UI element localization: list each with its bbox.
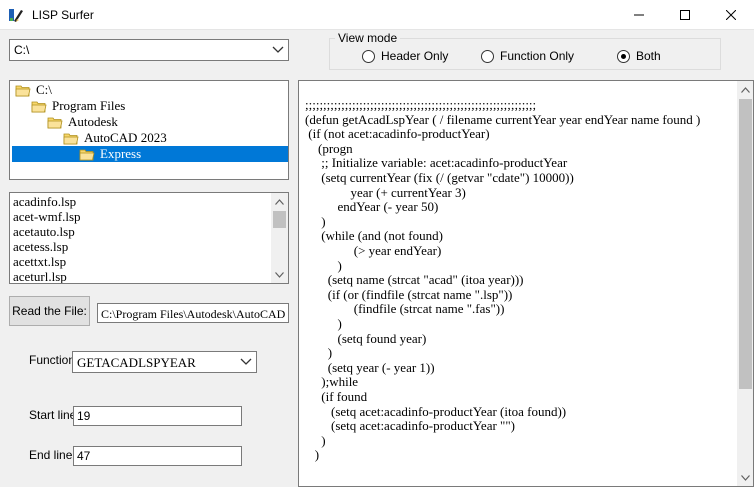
tree-item-label: Autodesk [68,114,118,129]
code-line: (setq currentYear (fix (/ (getvar "cdate… [305,170,574,185]
list-item[interactable]: acadinfo.lsp [13,194,76,209]
folder-open-icon [63,133,79,144]
code-line: (setq name (strcat "acad" (itoa year))) [305,272,524,288]
scroll-down-arrow[interactable] [737,469,753,486]
tree-item-label: Express [100,146,142,161]
code-line: (if (not acet:acadinfo-productYear) [305,126,490,142]
radio-header-only-label: Header Only [381,49,449,63]
tree-item-autodesk[interactable]: Autodesk [47,114,120,130]
scroll-down-arrow[interactable] [271,266,288,283]
code-line: (if found [305,389,368,404]
code-line: ) [305,257,342,273]
code-line: ) [305,447,320,463]
function-label: Function: [29,353,79,367]
tree-item-autocad-2023[interactable]: AutoCAD 2023 [63,130,169,146]
chevron-down-icon [275,271,284,278]
drive-combo-value: C:\ [14,43,30,57]
tree-item-label: Program Files [52,98,126,113]
scroll-thumb[interactable] [739,99,752,389]
code-line: ;; Initialize variable: acet:acadinfo-pr… [305,155,568,171]
scroll-up-arrow[interactable] [737,81,753,98]
code-line: );while [305,374,359,390]
radio-both[interactable]: Both [617,49,661,63]
radio-function-only-label: Function Only [500,49,575,63]
close-icon [726,10,736,20]
code-line: (setq acet:acadinfo-productYear (itoa fo… [305,403,567,419]
tree-item-program-files[interactable]: Program Files [31,98,127,114]
start-line-field[interactable]: 19 [73,406,242,426]
code-line: (progn [305,140,353,156]
code-line: (setq year (- year 1)) [305,359,435,375]
chevron-down-icon [272,46,284,53]
list-item[interactable]: acettxt.lsp [13,254,66,269]
chevron-down-icon [240,358,252,365]
function-combo[interactable]: GETACADLSPYEAR [72,351,257,373]
code-line: ) [305,432,326,448]
close-button[interactable] [708,0,754,30]
list-item[interactable]: acet-wmf.lsp [13,209,81,224]
scroll-up-arrow[interactable] [271,193,288,210]
radio-function-only-circle[interactable] [481,49,494,63]
code-line: year (+ currentYear 3) [305,184,466,200]
file-path-field[interactable]: C:\Program Files\Autodesk\AutoCAD 20 [97,303,289,323]
folder-tree[interactable]: C:\ Program Files Autodesk AutoCAD 2023 … [9,80,289,180]
chevron-up-icon [275,198,284,205]
code-line: (findfile (strcat name ".fas")) [305,301,505,317]
code-line: (setq found year) [305,330,427,346]
code-line: (defun getAcadLspYear ( / filename curre… [305,111,701,127]
drive-combo[interactable]: C:\ [9,39,289,61]
code-line: ) [305,316,342,331]
radio-both-label: Both [636,49,661,63]
maximize-button[interactable] [662,0,708,30]
tree-item-express[interactable]: Express [79,146,143,162]
scroll-thumb[interactable] [273,211,286,228]
folder-open-icon [47,117,63,128]
title-bar: LISP Surfer [0,0,754,30]
code-line: ) [305,213,326,229]
code-line: ) [305,345,333,361]
file-list[interactable]: acadinfo.lsp acet-wmf.lsp acetauto.lsp a… [9,192,289,284]
code-view[interactable]: ;;;;;;;;;;;;;;;;;;;;;;;;;;;;;;;;;;;;;;;;… [298,80,754,487]
tree-item-drive[interactable]: C:\ [15,82,54,98]
folder-open-icon [15,85,31,96]
folder-open-icon [79,149,95,160]
view-mode-legend: View mode [335,31,401,45]
code-line: (> year endYear) [305,243,442,258]
window-title: LISP Surfer [32,8,94,22]
list-item[interactable]: aceturl.lsp [13,269,67,283]
chevron-down-icon [741,474,750,481]
radio-both-circle[interactable] [617,49,630,63]
code-line: (setq acet:acadinfo-productYear "") [305,418,515,434]
code-line: (if (or (findfile (strcat name ".lsp")) [305,286,513,302]
code-scrollbar[interactable] [737,81,753,486]
end-line-label: End line: [29,448,76,462]
code-line: ;;;;;;;;;;;;;;;;;;;;;;;;;;;;;;;;;;;;;;;;… [305,97,537,112]
folder-open-icon [31,101,47,112]
list-item[interactable]: acetess.lsp [13,239,68,254]
minimize-button[interactable] [616,0,662,30]
code-line: (while (and (not found) [305,228,443,244]
radio-function-only[interactable]: Function Only [481,49,574,63]
tree-item-label: AutoCAD 2023 [84,130,167,145]
read-file-button[interactable]: Read the File: [9,296,90,326]
radio-header-only-circle[interactable] [362,49,375,63]
code-line: endYear (- year 50) [305,199,439,215]
app-icon [8,7,24,23]
list-item[interactable]: acetauto.lsp [13,224,75,239]
file-list-scrollbar[interactable] [271,193,288,283]
radio-header-only[interactable]: Header Only [362,49,448,63]
tree-selection-highlight [12,146,288,162]
tree-item-label: C:\ [36,82,52,97]
chevron-up-icon [741,86,750,93]
function-combo-value: GETACADLSPYEAR [77,355,196,370]
end-line-field[interactable]: 47 [73,446,242,466]
